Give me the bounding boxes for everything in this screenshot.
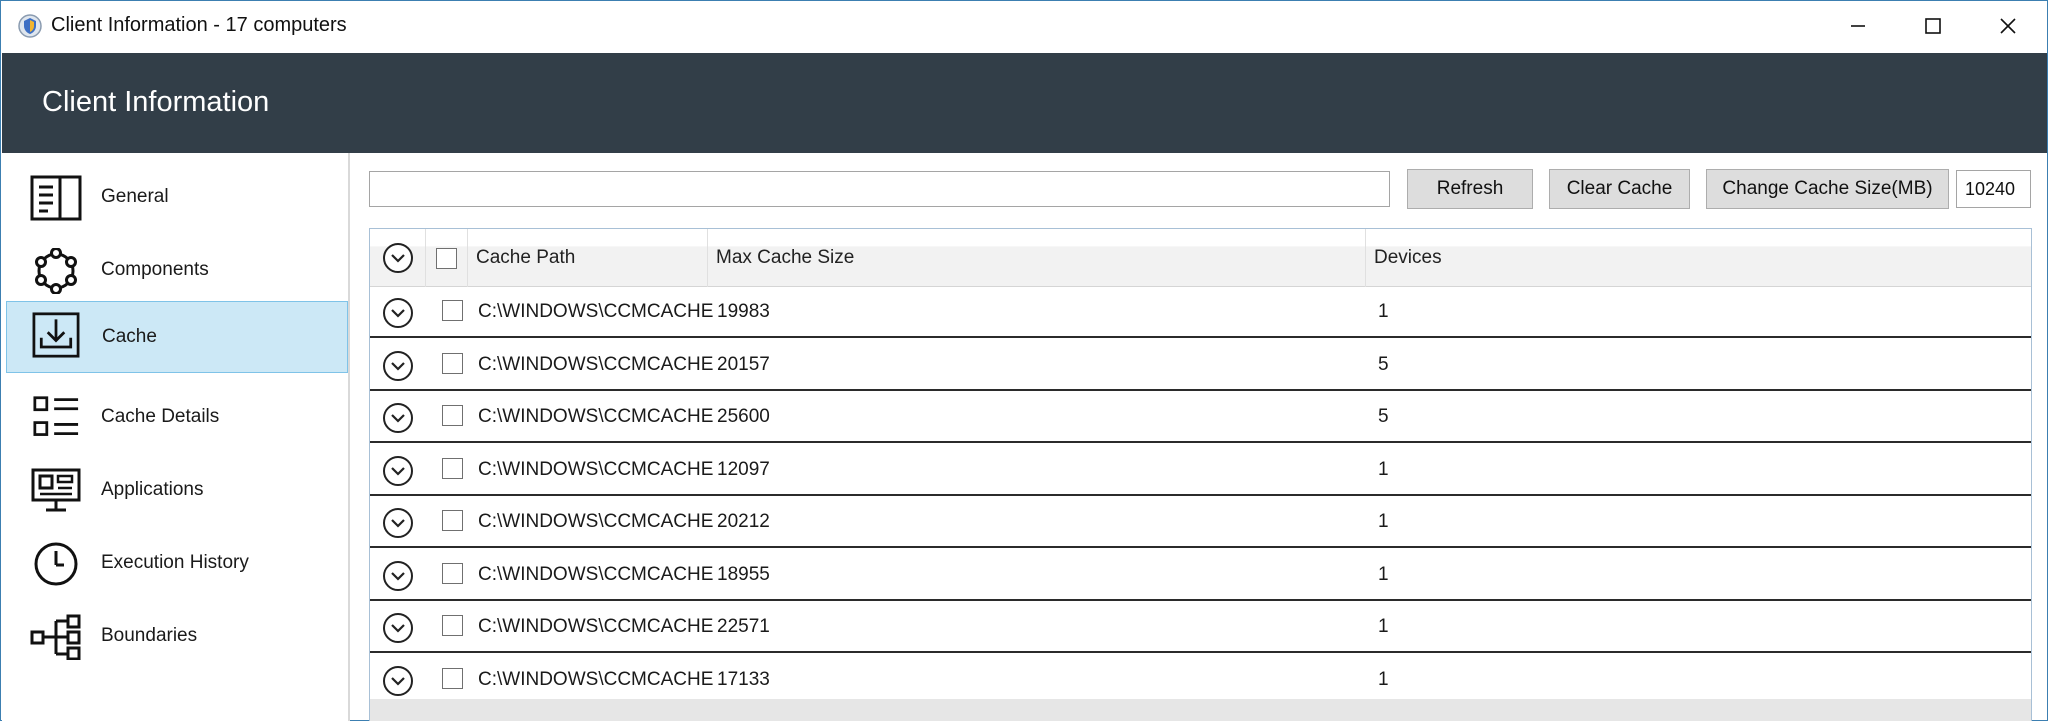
- column-header-max-cache-size[interactable]: Max Cache Size: [708, 229, 1366, 287]
- app-shield-icon: [18, 14, 42, 38]
- sidebar-item-label: Cache: [102, 326, 157, 347]
- cell-devices: 5: [1378, 353, 1389, 375]
- cell-max-cache-size: 20157: [717, 353, 770, 375]
- column-header-cache-path[interactable]: Cache Path: [468, 229, 708, 287]
- cell-devices: 5: [1378, 406, 1389, 427]
- chevron-down-circle-icon[interactable]: [382, 507, 414, 539]
- sidebar: General Components Cache Cache Details A…: [2, 153, 350, 721]
- close-button[interactable]: [1971, 1, 2045, 51]
- row-checkbox[interactable]: [442, 457, 463, 479]
- grid-header: Cache Path Max Cache Size Devices: [370, 229, 2031, 287]
- refresh-button[interactable]: Refresh: [1407, 169, 1533, 209]
- sidebar-item-boundaries[interactable]: Boundaries: [6, 600, 348, 672]
- minimize-button[interactable]: [1821, 1, 1895, 51]
- cell-max-cache-size: 17133: [717, 668, 770, 690]
- download-tray-icon: [32, 312, 80, 358]
- table-row[interactable]: C:\WINDOWS\CCMCACHE 19983 1: [370, 287, 2031, 338]
- column-header-devices[interactable]: Devices: [1366, 229, 2031, 287]
- cell-cache-path: C:\WINDOWS\CCMCACHE: [478, 406, 714, 427]
- close-icon: [2000, 18, 2016, 34]
- cache-grid: Cache Path Max Cache Size Devices C:\WIN…: [369, 228, 2032, 721]
- select-all-header[interactable]: [426, 229, 468, 287]
- table-row[interactable]: C:\WINDOWS\CCMCACHE 25600 5: [370, 392, 2031, 443]
- page-title: Client Information: [42, 86, 270, 118]
- cell-max-cache-size: 19983: [717, 301, 770, 322]
- title-bar: Client Information - 17 computers: [1, 1, 2047, 53]
- cell-max-cache-size: 20212: [717, 511, 770, 532]
- select-all-checkbox[interactable]: [436, 247, 457, 269]
- sidebar-item-execution-history[interactable]: Execution History: [6, 527, 348, 599]
- clear-cache-button[interactable]: Clear Cache: [1549, 169, 1690, 209]
- cell-max-cache-size: 22571: [717, 616, 770, 637]
- chevron-down-circle-icon[interactable]: [382, 612, 414, 644]
- cell-cache-path: C:\WINDOWS\CCMCACHE: [478, 353, 714, 375]
- table-row[interactable]: C:\WINDOWS\CCMCACHE 20157 5: [370, 339, 2031, 391]
- sidebar-item-applications[interactable]: Applications: [6, 454, 348, 526]
- expand-all-header[interactable]: [370, 229, 426, 287]
- sidebar-item-label: Execution History: [101, 552, 249, 573]
- cell-cache-path: C:\WINDOWS\CCMCACHE: [478, 301, 714, 322]
- sidebar-item-label: Applications: [101, 479, 204, 500]
- table-row[interactable]: C:\WINDOWS\CCMCACHE 22571 1: [370, 602, 2031, 653]
- row-checkbox[interactable]: [442, 667, 463, 689]
- sidebar-item-label: Boundaries: [101, 625, 198, 646]
- chevron-down-circle-icon[interactable]: [382, 297, 414, 329]
- maximize-button[interactable]: [1896, 1, 1970, 51]
- grid-footer: [370, 699, 2031, 721]
- cell-devices: 1: [1378, 301, 1389, 322]
- sidebar-item-components[interactable]: Components: [6, 234, 348, 306]
- row-checkbox[interactable]: [442, 300, 463, 321]
- cell-max-cache-size: 25600: [717, 406, 770, 427]
- search-input[interactable]: [369, 171, 1390, 207]
- maximize-icon: [1925, 18, 1941, 34]
- table-row[interactable]: C:\WINDOWS\CCMCACHE 12097 1: [370, 444, 2031, 496]
- minimize-icon: [1851, 25, 1865, 27]
- row-checkbox[interactable]: [442, 615, 463, 636]
- cell-cache-path: C:\WINDOWS\CCMCACHE: [478, 563, 714, 585]
- cell-devices: 1: [1378, 668, 1389, 690]
- chevron-down-circle-icon[interactable]: [382, 402, 414, 434]
- cell-cache-path: C:\WINDOWS\CCMCACHE: [478, 668, 714, 690]
- cell-cache-path: C:\WINDOWS\CCMCACHE: [478, 616, 714, 637]
- cell-devices: 1: [1378, 511, 1389, 532]
- table-row[interactable]: C:\WINDOWS\CCMCACHE 17133 1: [370, 654, 2031, 706]
- cell-max-cache-size: 12097: [717, 458, 770, 480]
- chevron-down-circle-icon[interactable]: [382, 665, 414, 697]
- window-title: Client Information - 17 computers: [51, 14, 347, 36]
- cell-devices: 1: [1378, 616, 1389, 637]
- cell-cache-path: C:\WINDOWS\CCMCACHE: [478, 511, 714, 532]
- table-row[interactable]: C:\WINDOWS\CCMCACHE 20212 1: [370, 497, 2031, 548]
- cell-max-cache-size: 18955: [717, 563, 770, 585]
- change-cache-size-button[interactable]: Change Cache Size(MB): [1706, 169, 1949, 209]
- monitor-apps-icon: [31, 468, 81, 512]
- chevron-down-circle-icon[interactable]: [382, 455, 414, 487]
- sidebar-item-label: General: [101, 186, 169, 207]
- page-header: Client Information: [2, 53, 2047, 153]
- row-checkbox[interactable]: [442, 405, 463, 426]
- app-window: Client Information - 17 computers Client…: [0, 0, 2048, 721]
- hierarchy-icon: [30, 614, 81, 660]
- chevron-down-circle-icon[interactable]: [382, 350, 414, 382]
- chevron-down-circle-icon: [382, 243, 413, 273]
- checklist-icon: [33, 396, 79, 436]
- row-checkbox[interactable]: [442, 562, 463, 584]
- chevron-down-circle-icon[interactable]: [382, 560, 414, 592]
- sidebar-item-label: Components: [101, 259, 209, 280]
- cell-devices: 1: [1378, 458, 1389, 480]
- row-checkbox[interactable]: [442, 510, 463, 531]
- cache-size-input[interactable]: 10240: [1956, 170, 2031, 208]
- cell-cache-path: C:\WINDOWS\CCMCACHE: [478, 458, 714, 480]
- row-checkbox[interactable]: [442, 352, 463, 374]
- sidebar-item-cache[interactable]: Cache: [6, 301, 348, 373]
- components-ring-icon: [35, 248, 77, 294]
- sidebar-item-general[interactable]: General: [6, 161, 348, 233]
- sidebar-item-cache-details[interactable]: Cache Details: [6, 381, 348, 453]
- document-list-icon: [30, 175, 82, 221]
- sidebar-item-label: Cache Details: [101, 406, 220, 427]
- cell-devices: 1: [1378, 563, 1389, 585]
- clock-icon: [34, 542, 78, 586]
- table-row[interactable]: C:\WINDOWS\CCMCACHE 18955 1: [370, 549, 2031, 601]
